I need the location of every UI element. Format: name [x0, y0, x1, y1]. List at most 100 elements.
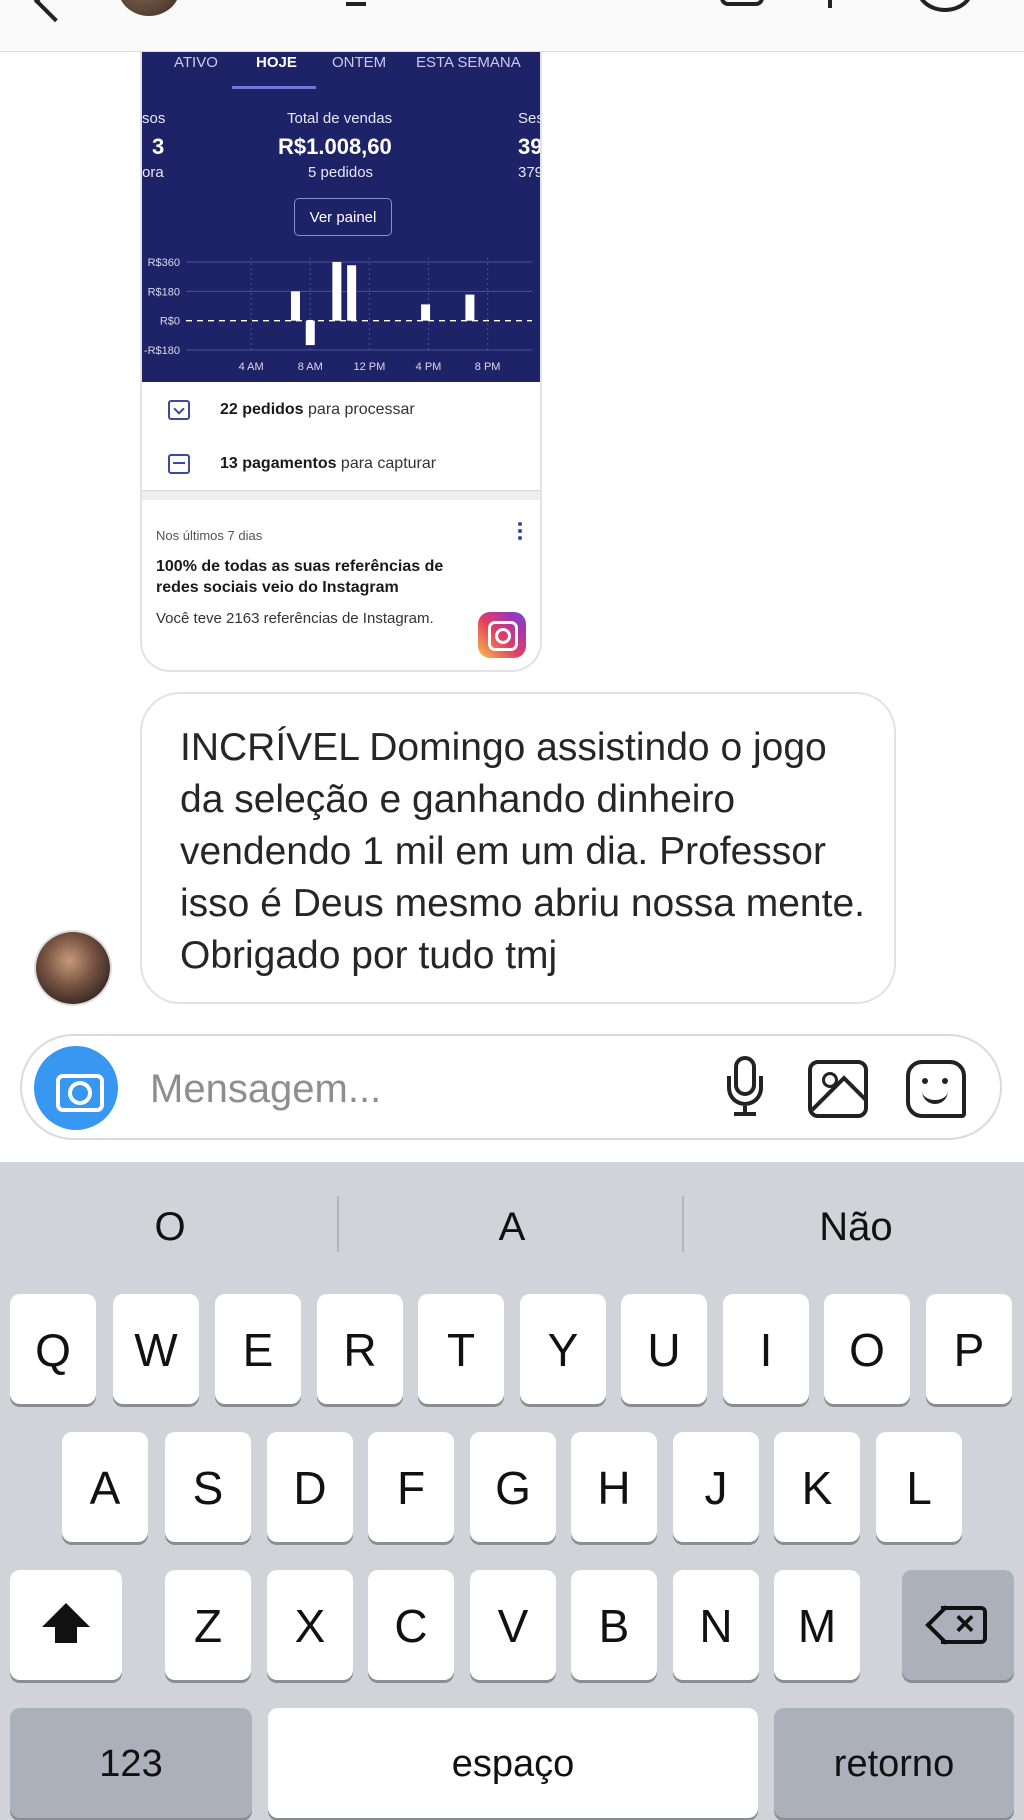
tab-hoje: HOJE	[256, 54, 297, 71]
info-icon[interactable]	[916, 0, 974, 12]
message-bubble[interactable]: INCRÍVEL Domingo assistindo o jogo da se…	[140, 692, 896, 1004]
payment-card-icon	[168, 454, 190, 474]
key-a[interactable]: A	[62, 1432, 148, 1542]
payments-label: para capturar	[336, 455, 437, 472]
more-options-icon[interactable]	[518, 522, 522, 542]
key-p[interactable]: P	[926, 1294, 1012, 1404]
keyboard: O A Não Q W E R T Y U I O P A S D F G H …	[0, 1162, 1024, 1820]
message-text: INCRÍVEL Domingo assistindo o jogo da se…	[180, 726, 865, 977]
chart-bar	[290, 291, 300, 321]
insight-period: Nos últimos 7 dias	[156, 528, 263, 543]
sales-dashboard: ATIVO HOJE ONTEM ESTA SEMANA sos 3 ora T…	[142, 52, 542, 382]
suggestion-2[interactable]: A	[342, 1162, 682, 1262]
insight-body: Você teve 2163 referências de Instagram.	[156, 610, 434, 627]
microphone-icon[interactable]	[724, 1056, 766, 1118]
key-w[interactable]: W	[113, 1294, 199, 1404]
active-tab-indicator	[232, 86, 316, 89]
orders-to-process-text: 22 pedidos para processar	[220, 401, 415, 419]
key-k[interactable]: K	[774, 1432, 860, 1542]
key-b[interactable]: B	[571, 1570, 657, 1680]
numbers-key[interactable]: 123	[10, 1708, 252, 1818]
x-tick-label: 8 AM	[298, 361, 323, 373]
key-u[interactable]: U	[621, 1294, 707, 1404]
instagram-logo-icon	[478, 612, 526, 658]
chat-screen: ATIVO HOJE ONTEM ESTA SEMANA sos 3 ora T…	[0, 0, 1024, 1820]
payments-to-capture-row[interactable]: 13 pagamentos para capturar	[142, 438, 540, 492]
y-tick-label: R$0	[160, 316, 180, 328]
key-n[interactable]: N	[673, 1570, 759, 1680]
key-t[interactable]: T	[418, 1294, 504, 1404]
return-key[interactable]: retorno	[774, 1708, 1014, 1818]
total-sales-value: R$1.008,60	[278, 134, 392, 159]
x-tick-label: 12 PM	[353, 361, 385, 373]
backspace-icon: ×	[925, 1605, 987, 1645]
key-m[interactable]: M	[774, 1570, 860, 1680]
orders-to-process-count: 22 pedidos	[220, 401, 304, 418]
key-z[interactable]: Z	[165, 1570, 251, 1680]
x-tick-label: 4 PM	[416, 361, 442, 373]
key-y[interactable]: Y	[520, 1294, 606, 1404]
right-metric-sub: 379	[518, 164, 542, 181]
space-key[interactable]: espaço	[268, 1708, 758, 1818]
video-call-icon[interactable]	[720, 0, 764, 6]
shift-key[interactable]	[10, 1570, 122, 1680]
y-tick-label: -R$180	[144, 345, 180, 357]
sender-avatar[interactable]	[34, 930, 112, 1006]
left-metric-label: sos	[142, 110, 166, 127]
section-divider	[142, 490, 540, 500]
key-q[interactable]: Q	[10, 1294, 96, 1404]
x-tick-label: 8 PM	[475, 361, 501, 373]
avatar[interactable]	[118, 0, 180, 16]
key-s[interactable]: S	[165, 1432, 251, 1542]
key-h[interactable]: H	[571, 1432, 657, 1542]
suggestion-1[interactable]: O	[0, 1162, 340, 1262]
key-j[interactable]: J	[673, 1432, 759, 1542]
suggestion-3[interactable]: Não	[686, 1162, 1024, 1262]
x-tick-label: 4 AM	[239, 361, 264, 373]
key-c[interactable]: C	[368, 1570, 454, 1680]
tab-esta-semana: ESTA SEMANA	[416, 54, 521, 71]
left-metric-sub: ora	[142, 164, 164, 181]
orders-to-process-row[interactable]: 22 pedidos para processar	[142, 384, 540, 438]
suggestion-divider	[682, 1196, 684, 1252]
chart-bar	[332, 262, 342, 321]
key-l[interactable]: L	[876, 1432, 962, 1542]
period-tabs: ATIVO HOJE ONTEM ESTA SEMANA	[142, 52, 540, 92]
suggestion-divider	[337, 1196, 339, 1252]
tab-ontem: ONTEM	[332, 54, 387, 71]
key-v[interactable]: V	[470, 1570, 556, 1680]
gallery-icon[interactable]	[808, 1060, 868, 1118]
top-bar	[0, 0, 1024, 52]
total-sales-label: Total de vendas	[287, 110, 393, 127]
chart-bar	[305, 320, 315, 346]
message-input[interactable]	[150, 1066, 610, 1112]
right-metric-label: Ses	[518, 110, 542, 127]
message-composer	[20, 1034, 1002, 1140]
left-metric-value: 3	[152, 134, 165, 159]
y-tick-label: R$360	[148, 257, 180, 269]
chart-bar	[465, 294, 475, 321]
key-e[interactable]: E	[215, 1294, 301, 1404]
key-x[interactable]: X	[267, 1570, 353, 1680]
delete-key[interactable]: ×	[902, 1570, 1014, 1680]
key-o[interactable]: O	[824, 1294, 910, 1404]
key-g[interactable]: G	[470, 1432, 556, 1542]
view-dashboard-button[interactable]: Ver painel	[294, 198, 392, 236]
sales-chart-svg: R$360 R$180 R$0 -R$180 4 AM 8 AM 12 PM 4 PM 8 PM	[144, 257, 532, 373]
chart-bar	[421, 304, 431, 321]
key-i[interactable]: I	[723, 1294, 809, 1404]
back-arrow-icon[interactable]	[33, 0, 77, 23]
shift-arrow-icon	[42, 1603, 90, 1647]
key-f[interactable]: F	[368, 1432, 454, 1542]
payments-to-capture-text: 13 pagamentos para capturar	[220, 455, 436, 473]
camera-icon[interactable]	[34, 1046, 118, 1130]
payments-count: 13 pagamentos	[220, 455, 337, 472]
tab-ativo: ATIVO	[174, 54, 218, 71]
key-r[interactable]: R	[317, 1294, 403, 1404]
key-d[interactable]: D	[267, 1432, 353, 1542]
orders-count: 5 pedidos	[308, 164, 374, 181]
shared-screenshot[interactable]: ATIVO HOJE ONTEM ESTA SEMANA sos 3 ora T…	[140, 52, 542, 672]
phone-call-icon[interactable]	[828, 0, 832, 8]
right-metric-value: 39	[518, 134, 542, 159]
sticker-icon[interactable]	[906, 1060, 966, 1118]
